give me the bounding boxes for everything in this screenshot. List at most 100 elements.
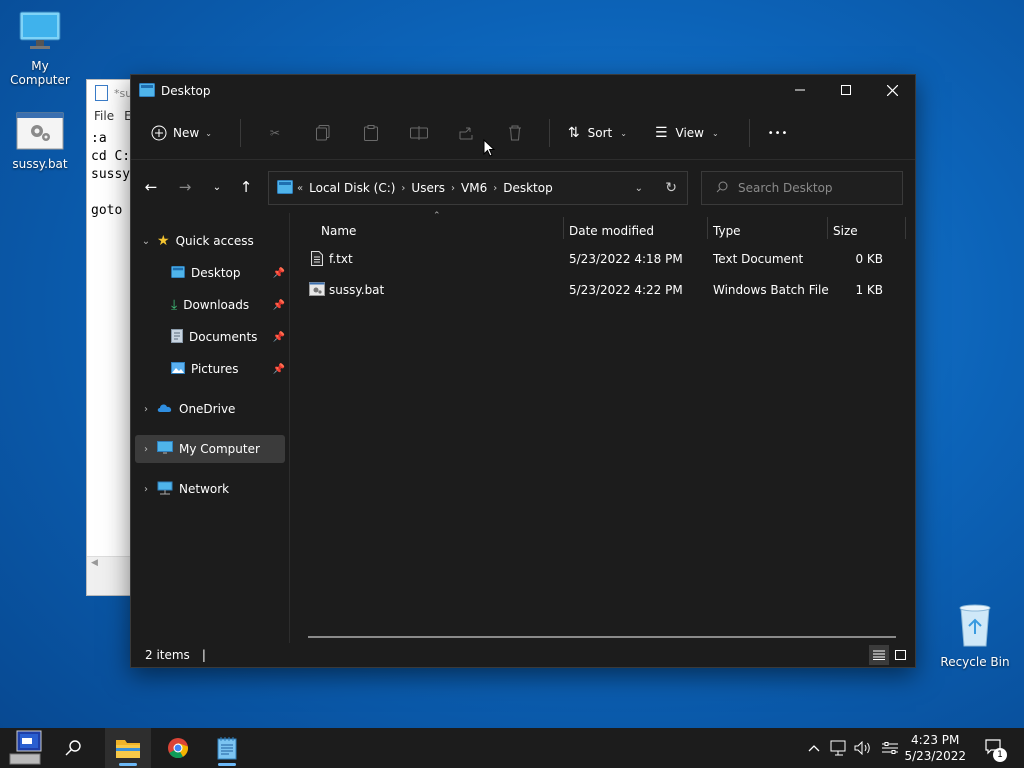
column-header-type[interactable]: Type: [713, 217, 825, 245]
details-view-button[interactable]: [869, 645, 889, 665]
search-button[interactable]: [50, 728, 96, 768]
volume-button[interactable]: [852, 728, 874, 768]
breadcrumb-separator-icon[interactable]: ›: [451, 183, 455, 194]
sliders-icon: [882, 742, 898, 754]
minimize-button[interactable]: [777, 75, 823, 105]
rename-button[interactable]: [395, 117, 443, 149]
network-status-button[interactable]: [828, 728, 850, 768]
desktop-icon-sussy-bat[interactable]: sussy.bat: [0, 112, 80, 171]
nav-documents[interactable]: Documents 📌: [135, 323, 289, 351]
chevron-down-icon: ⌄: [620, 128, 627, 138]
breadcrumb-desktop[interactable]: Desktop: [503, 181, 553, 195]
column-divider[interactable]: [827, 217, 828, 239]
nav-downloads[interactable]: ⤓ Downloads 📌: [135, 291, 289, 319]
paste-button[interactable]: [347, 117, 395, 149]
file-row[interactable]: sussy.bat 5/23/2022 4:22 PM Windows Batc…: [307, 276, 899, 304]
horizontal-scrollbar[interactable]: [308, 636, 896, 638]
file-name: f.txt: [329, 252, 353, 266]
taskbar-notepad[interactable]: [204, 728, 250, 768]
nav-my-computer[interactable]: › My Computer: [135, 435, 285, 463]
speaker-icon: [854, 741, 870, 755]
breadcrumb-separator-icon[interactable]: ›: [401, 183, 405, 194]
monitor-icon: [0, 10, 80, 55]
sort-icon: ⇅: [567, 125, 580, 141]
minimize-icon: [795, 89, 805, 91]
chevron-down-icon[interactable]: ⌄: [135, 236, 157, 247]
chevron-right-icon[interactable]: ›: [135, 444, 157, 455]
nav-onedrive[interactable]: › OneDrive: [135, 395, 285, 423]
column-header-label: Type: [713, 224, 741, 238]
nav-network[interactable]: › Network: [135, 475, 285, 503]
nav-quick-access[interactable]: ⌄ ★ Quick access: [135, 227, 285, 255]
column-header-date[interactable]: Date modified: [569, 217, 705, 245]
forward-button[interactable]: →: [169, 171, 201, 203]
pin-icon[interactable]: 📌: [273, 300, 285, 311]
chevron-up-icon: [808, 745, 820, 752]
notification-center-button[interactable]: 1: [978, 728, 1012, 768]
chevron-right-icon[interactable]: ›: [135, 404, 157, 415]
scroll-left-icon[interactable]: ◀: [91, 558, 98, 568]
more-options-button[interactable]: •••: [760, 122, 797, 145]
desktop-icon-recycle-bin[interactable]: Recycle Bin: [935, 602, 1015, 669]
chevron-right-icon[interactable]: ›: [135, 484, 157, 495]
cloud-icon: [157, 402, 173, 416]
search-icon: [65, 740, 81, 756]
cut-button[interactable]: ✂: [251, 117, 299, 149]
tiles-view-button[interactable]: [891, 645, 909, 665]
maximize-button[interactable]: [823, 75, 869, 105]
refresh-button[interactable]: ↻: [665, 180, 677, 196]
delete-button[interactable]: [491, 117, 539, 149]
column-divider[interactable]: [905, 217, 906, 239]
file-explorer-window[interactable]: Desktop New ⌄ ✂ ⇅ Sort ⌄ ☰ View ⌄ ••• ← …: [130, 74, 916, 668]
desktop-icon-my-computer[interactable]: My Computer: [0, 10, 80, 87]
close-button[interactable]: [869, 75, 915, 105]
pin-icon[interactable]: 📌: [273, 268, 285, 279]
file-date: 5/23/2022 4:22 PM: [569, 283, 683, 297]
address-history-button[interactable]: ⌄: [635, 183, 643, 194]
copy-button[interactable]: [299, 117, 347, 149]
clock-date: 5/23/2022: [904, 749, 966, 763]
network-wired-icon: [830, 740, 846, 756]
back-button[interactable]: ←: [135, 171, 167, 203]
notepad-menu-file[interactable]: File: [94, 109, 114, 123]
breadcrumb-local-disk[interactable]: Local Disk (C:): [309, 181, 395, 195]
pin-icon[interactable]: 📌: [273, 364, 285, 375]
show-hidden-icons-button[interactable]: [804, 728, 824, 768]
address-bar[interactable]: « Local Disk (C:) › Users › VM6 › Deskto…: [268, 171, 688, 205]
column-divider[interactable]: [707, 217, 708, 239]
text-file-icon: [311, 251, 323, 269]
column-header-name[interactable]: Name: [321, 217, 561, 245]
nav-desktop[interactable]: Desktop 📌: [135, 259, 289, 287]
recent-locations-button[interactable]: ⌄: [201, 171, 233, 203]
refresh-icon: ↻: [665, 180, 677, 196]
search-box[interactable]: Search Desktop: [701, 171, 903, 205]
file-size: 0 KB: [855, 252, 883, 266]
input-indicator-button[interactable]: [878, 728, 902, 768]
file-name: sussy.bat: [329, 283, 385, 297]
view-button[interactable]: ☰ View ⌄: [647, 119, 727, 147]
column-divider[interactable]: [563, 217, 564, 239]
file-row[interactable]: f.txt 5/23/2022 4:18 PM Text Document 0 …: [307, 245, 899, 273]
explorer-titlebar[interactable]: Desktop: [131, 75, 915, 107]
divider: [548, 119, 550, 147]
up-button[interactable]: ↑: [230, 171, 262, 203]
start-button[interactable]: [0, 728, 50, 768]
taskbar-clock[interactable]: 4:23 PM 5/23/2022: [904, 732, 966, 764]
breadcrumb-vm6[interactable]: VM6: [461, 181, 487, 195]
batch-file-icon: [309, 282, 325, 299]
taskbar-file-explorer[interactable]: [105, 728, 151, 768]
nav-pictures[interactable]: Pictures 📌: [135, 355, 289, 383]
column-header-size[interactable]: Size: [833, 217, 903, 245]
pin-icon[interactable]: 📌: [273, 332, 285, 343]
file-type: Text Document: [713, 252, 804, 266]
arrow-up-icon: ↑: [239, 178, 253, 196]
file-size: 1 KB: [855, 283, 883, 297]
taskbar-chrome[interactable]: [155, 728, 201, 768]
overflow-chevron-icon[interactable]: «: [297, 183, 303, 194]
nav-label: My Computer: [179, 442, 260, 456]
sort-button[interactable]: ⇅ Sort ⌄: [560, 119, 635, 147]
breadcrumb-separator-icon[interactable]: ›: [493, 183, 497, 194]
new-button[interactable]: New ⌄: [143, 119, 220, 147]
sort-label: Sort: [587, 126, 613, 140]
breadcrumb-users[interactable]: Users: [411, 181, 445, 195]
